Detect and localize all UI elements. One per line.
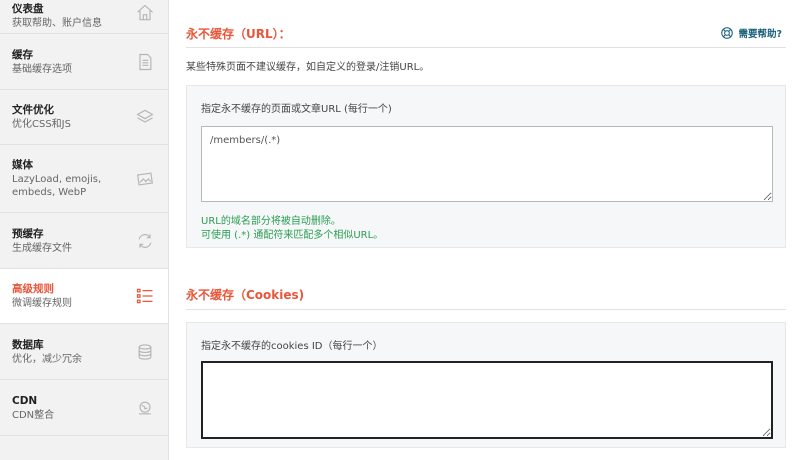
- url-note-wildcard: 可使用 (.*) 通配符来匹配多个相似URL。: [201, 230, 384, 241]
- lifebuoy-icon: [721, 27, 734, 39]
- sidebar-item-preload[interactable]: 预缓存 生成缓存文件: [0, 213, 168, 269]
- sidebar-item-subtitle: 获取帮助、账户信息: [12, 17, 102, 29]
- url-field-panel: 指定永不缓存的页面或文章URL (每行一个) /members/(.*) URL…: [186, 85, 786, 248]
- list-icon: [134, 285, 156, 307]
- sidebar-item-advanced-rules[interactable]: 高级规则 微调缓存规则: [0, 269, 168, 324]
- sidebar-item-subtitle: 微调缓存规则: [12, 298, 72, 309]
- sidebar-item-title: 文件优化: [12, 104, 54, 116]
- help-label: 需要帮助?: [738, 29, 782, 40]
- refresh-icon: [134, 230, 156, 252]
- section-title-url: 永不缓存（URL）：: [186, 27, 291, 41]
- url-field-label: 指定永不缓存的页面或文章URL (每行一个): [201, 104, 392, 115]
- sidebar-item-title: CDN: [12, 394, 38, 407]
- sidebar-item-subtitle: 优化CSS和JS: [12, 119, 71, 130]
- sidebar-item-cache[interactable]: 缓存 基础缓存选项: [0, 34, 168, 90]
- sidebar-item-title: 缓存: [12, 48, 33, 61]
- section-header-cookies: 永不缓存（Cookies): [186, 279, 786, 310]
- sidebar-item-partial[interactable]: [0, 436, 168, 460]
- url-note-domain: URL的域名部分将被自动删除。: [201, 216, 341, 227]
- sidebar-item-media[interactable]: 媒体 LazyLoad, emojis, embeds, WebP: [0, 145, 168, 213]
- never-cache-cookies-textarea[interactable]: [201, 361, 773, 439]
- main-content: 永不缓存（URL）： 需要帮助? 某些特殊页面不建议缓存，如自定义的登录/注销U…: [186, 0, 786, 460]
- help-link[interactable]: 需要帮助?: [720, 26, 782, 40]
- section-header-url: 永不缓存（URL）： 需要帮助?: [186, 20, 786, 48]
- database-icon: [134, 341, 156, 363]
- sidebar-item-subtitle: CDN整合: [12, 409, 55, 421]
- never-cache-url-textarea[interactable]: /members/(.*): [201, 126, 773, 202]
- cookies-field-label: 指定永不缓存的cookies ID（每行一个）: [201, 341, 383, 352]
- layers-icon: [134, 106, 156, 128]
- sidebar-item-subtitle: LazyLoad, emojis, embeds, WebP: [12, 174, 102, 198]
- sidebar-item-title: 媒体: [12, 159, 33, 171]
- sidebar-item-subtitle: 生成缓存文件: [12, 242, 72, 254]
- file-icon: [134, 51, 156, 73]
- sidebar-item-file-optimization[interactable]: 文件优化 优化CSS和JS: [0, 90, 168, 145]
- sidebar-item-subtitle: 优化，减少冗余: [12, 353, 82, 365]
- sidebar-item-title: 仪表盘: [12, 2, 44, 15]
- section-title-cookies: 永不缓存（Cookies): [186, 287, 305, 302]
- image-icon: [134, 168, 156, 190]
- sidebar: 仪表盘 获取帮助、账户信息 缓存 基础缓存选项 文件优化 优化CSS和JS 媒体…: [0, 0, 169, 460]
- sidebar-item-dashboard[interactable]: 仪表盘 获取帮助、账户信息: [0, 0, 168, 34]
- sidebar-item-title: 高级规则: [12, 283, 54, 295]
- cdn-icon: [134, 397, 156, 419]
- sidebar-item-subtitle: 基础缓存选项: [12, 63, 72, 75]
- home-icon: [134, 2, 156, 24]
- sidebar-item-title: 预缓存: [12, 227, 44, 240]
- sidebar-item-title: 数据库: [12, 338, 44, 351]
- section-description: 某些特殊页面不建议缓存，如自定义的登录/注销URL。: [186, 62, 430, 73]
- cookies-field-panel: 指定永不缓存的cookies ID（每行一个）: [186, 322, 786, 448]
- sidebar-item-database[interactable]: 数据库 优化，减少冗余: [0, 324, 168, 380]
- sidebar-item-cdn[interactable]: CDN CDN整合: [0, 380, 168, 436]
